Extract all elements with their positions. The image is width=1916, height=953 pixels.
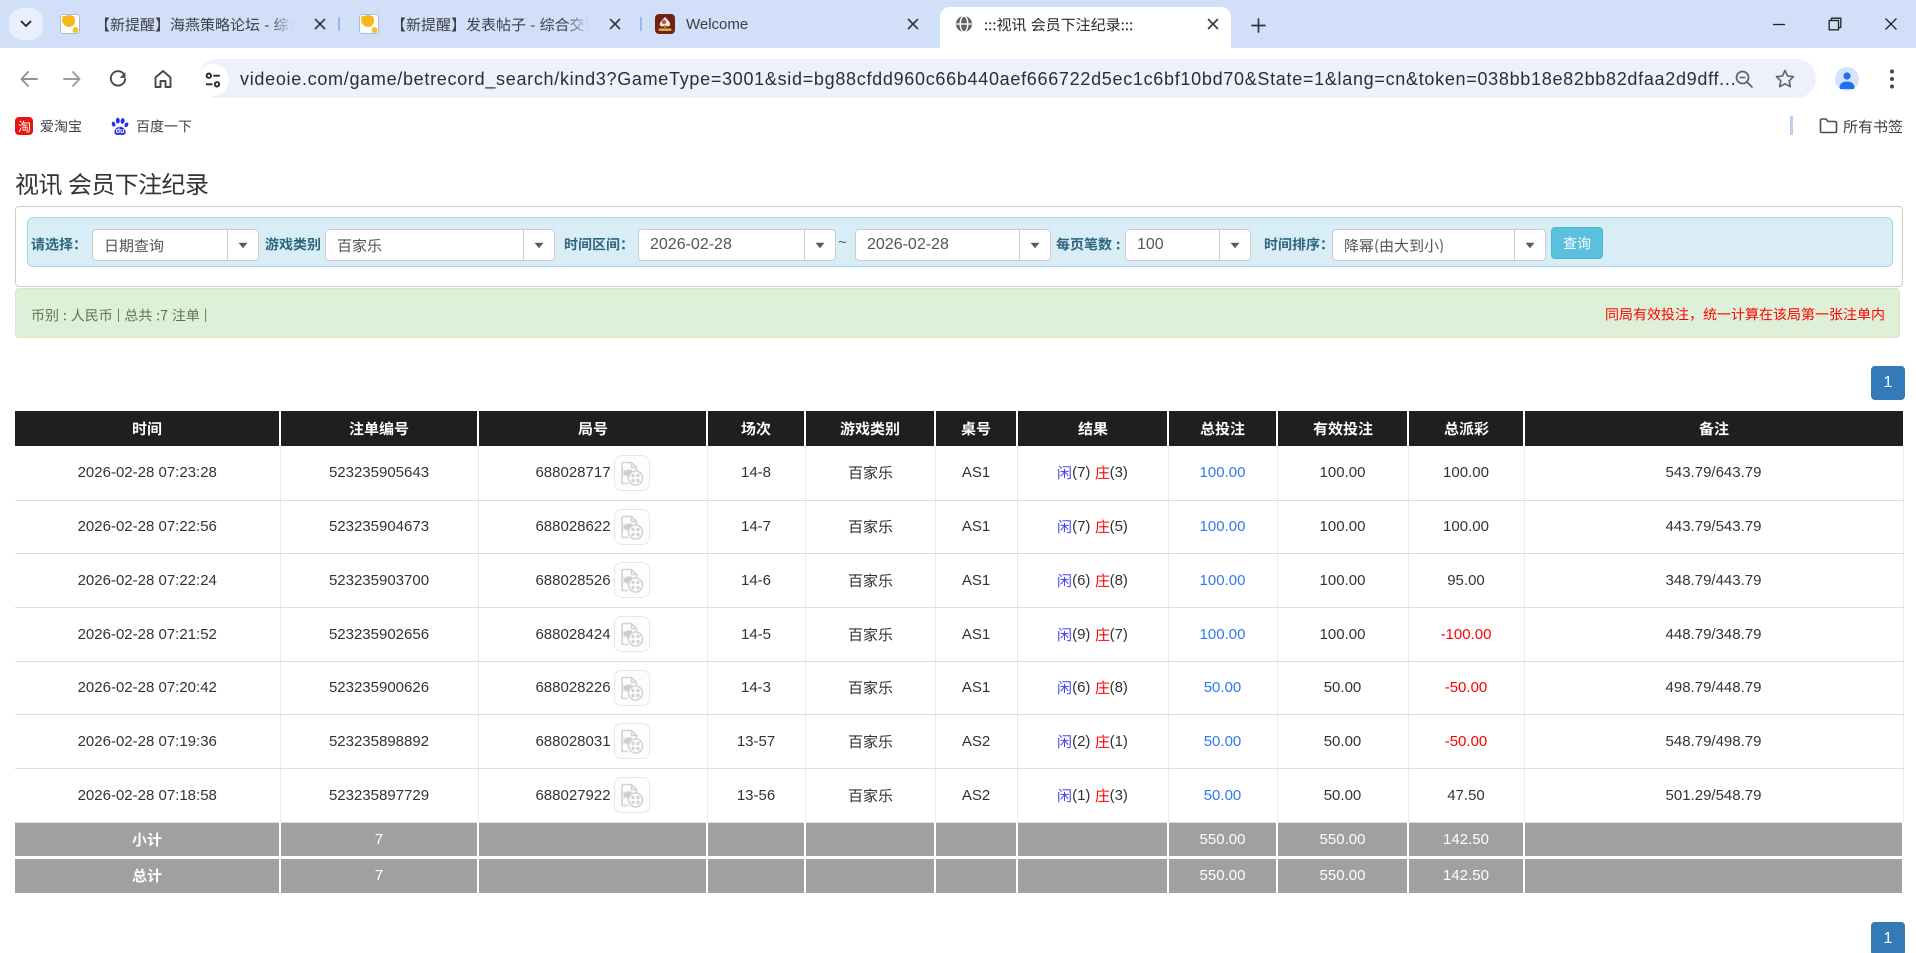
svg-text:du: du	[116, 128, 125, 135]
